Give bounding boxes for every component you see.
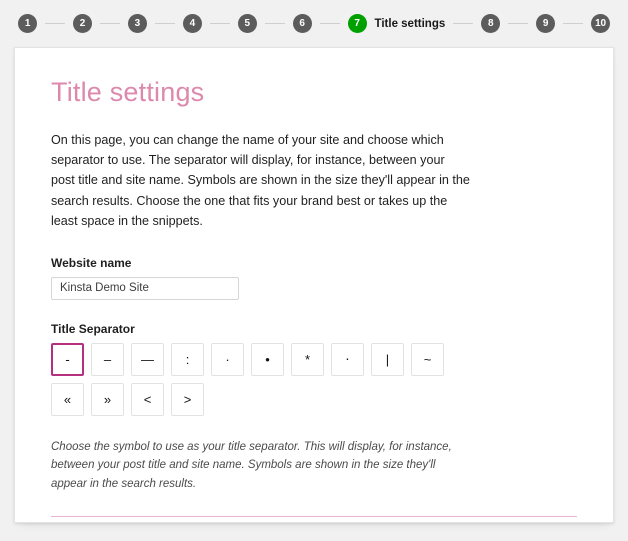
separator-option-colon[interactable]: : xyxy=(171,343,204,376)
title-separator-options: -–—:·•*⋅|~ «»<> xyxy=(51,343,453,416)
section-divider xyxy=(51,516,577,517)
step-number-badge: 2 xyxy=(73,14,92,33)
separator-option-less-than[interactable]: < xyxy=(131,383,164,416)
step-number-badge: 9 xyxy=(536,14,555,33)
stepper-step-7[interactable]: 7 Title settings xyxy=(348,14,446,33)
step-connector xyxy=(265,23,285,24)
step-number-badge: 4 xyxy=(183,14,202,33)
page-title: Title settings xyxy=(51,78,577,108)
stepper-step-3[interactable]: 3 xyxy=(128,14,147,33)
title-separator-label: Title Separator xyxy=(51,322,577,336)
wizard-stepper: 1 2 3 4 5 6 7 Title settings 8 9 10 xyxy=(0,0,628,47)
step-connector xyxy=(210,23,230,24)
separator-option-bullet[interactable]: • xyxy=(251,343,284,376)
step-number-badge: 3 xyxy=(128,14,147,33)
stepper-step-2[interactable]: 2 xyxy=(73,14,92,33)
stepper-step-1[interactable]: 1 xyxy=(18,14,37,33)
website-name-input[interactable] xyxy=(51,277,239,300)
separator-option-tilde[interactable]: ~ xyxy=(411,343,444,376)
separator-option-pipe[interactable]: | xyxy=(371,343,404,376)
stepper-step-9[interactable]: 9 xyxy=(536,14,555,33)
separator-option-dot-operator[interactable]: ⋅ xyxy=(331,343,364,376)
step-number-badge: 6 xyxy=(293,14,312,33)
website-name-label: Website name xyxy=(51,256,577,270)
separator-option-middle-dot[interactable]: · xyxy=(211,343,244,376)
step-label: Title settings xyxy=(375,18,446,30)
card-wrapper: Title settings On this page, you can cha… xyxy=(0,47,628,541)
step-connector xyxy=(453,23,473,24)
separator-option-asterisk[interactable]: * xyxy=(291,343,324,376)
stepper-step-5[interactable]: 5 xyxy=(238,14,257,33)
step-number-badge: 10 xyxy=(591,14,610,33)
step-number-badge: 5 xyxy=(238,14,257,33)
stepper-step-4[interactable]: 4 xyxy=(183,14,202,33)
separator-option-double-angle-left[interactable]: « xyxy=(51,383,84,416)
step-connector xyxy=(155,23,175,24)
separator-option-hyphen[interactable]: - xyxy=(51,343,84,376)
separator-option-en-dash[interactable]: – xyxy=(91,343,124,376)
separator-option-greater-than[interactable]: > xyxy=(171,383,204,416)
title-separator-helper-text: Choose the symbol to use as your title s… xyxy=(51,438,471,494)
step-connector xyxy=(45,23,65,24)
intro-paragraph: On this page, you can change the name of… xyxy=(51,130,471,232)
step-connector xyxy=(563,23,583,24)
stepper-step-8[interactable]: 8 xyxy=(481,14,500,33)
step-connector xyxy=(320,23,340,24)
separator-option-double-angle-right[interactable]: » xyxy=(91,383,124,416)
settings-card: Title settings On this page, you can cha… xyxy=(14,47,614,523)
stepper-step-6[interactable]: 6 xyxy=(293,14,312,33)
stepper-step-10[interactable]: 10 xyxy=(591,14,610,33)
step-number-badge: 1 xyxy=(18,14,37,33)
step-number-badge: 7 xyxy=(348,14,367,33)
step-connector xyxy=(100,23,120,24)
step-number-badge: 8 xyxy=(481,14,500,33)
separator-option-em-dash[interactable]: — xyxy=(131,343,164,376)
step-connector xyxy=(508,23,528,24)
